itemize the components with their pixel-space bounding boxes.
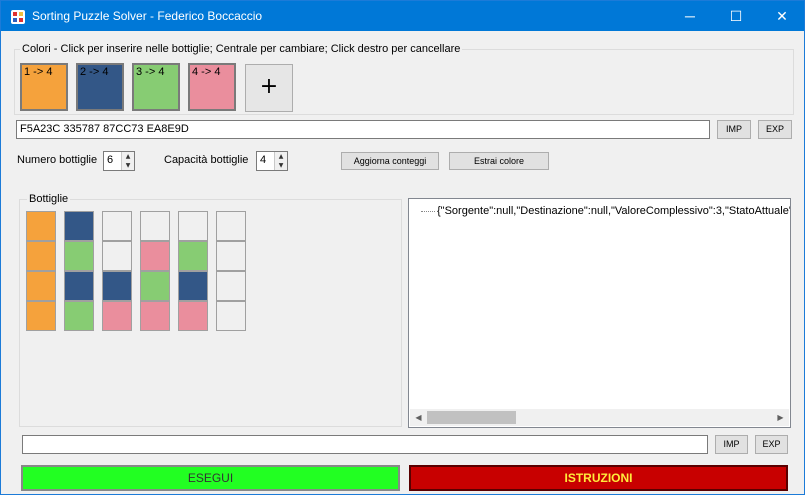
app-icon <box>11 10 25 24</box>
bottle-2-slot-4[interactable] <box>64 301 94 331</box>
tree-node[interactable]: {"Sorgente":null,"Destinazione":null,"Va… <box>421 205 791 217</box>
bottle-3-slot-1[interactable] <box>102 211 132 241</box>
spin-down-icon[interactable]: ▼ <box>274 161 287 170</box>
run-button[interactable]: ESEGUI <box>21 465 400 491</box>
color-swatch-label: 4 -> 4 <box>192 66 221 78</box>
capacity-label: Capacità bottiglie <box>164 154 249 166</box>
tree-node-text: {"Sorgente":null,"Destinazione":null,"Va… <box>437 205 791 217</box>
bottle-6-slot-2[interactable] <box>216 241 246 271</box>
export-colors-button[interactable]: EXP <box>758 120 792 139</box>
bottle-1-slot-3[interactable] <box>26 271 56 301</box>
minimize-button[interactable]: ─ <box>667 1 713 31</box>
spin-down-icon[interactable]: ▼ <box>121 161 134 170</box>
extract-color-button[interactable]: Estrai colore <box>449 152 549 170</box>
num-bottles-value: 6 <box>107 154 114 166</box>
add-color-button[interactable]: + <box>245 64 293 112</box>
scroll-right-icon[interactable]: ▶ <box>772 409 789 426</box>
num-bottles-stepper[interactable]: 6 ▲ ▼ <box>103 151 135 171</box>
solution-tree[interactable]: {"Sorgente":null,"Destinazione":null,"Va… <box>408 198 791 428</box>
color-swatch-label: 3 -> 4 <box>136 66 165 78</box>
close-icon: ✕ <box>776 8 788 24</box>
bottle-4-slot-4[interactable] <box>140 301 170 331</box>
update-counts-button[interactable]: Aggiorna conteggi <box>341 152 439 170</box>
bottle-2-slot-2[interactable] <box>64 241 94 271</box>
scroll-left-icon[interactable]: ◀ <box>410 409 427 426</box>
scrollbar-thumb[interactable] <box>427 411 516 424</box>
capacity-stepper[interactable]: 4 ▲ ▼ <box>256 151 288 171</box>
close-button[interactable]: ✕ <box>759 1 805 31</box>
window-title: Sorting Puzzle Solver - Federico Boccacc… <box>32 9 263 23</box>
capacity-value: 4 <box>260 154 267 166</box>
bottle-2-slot-1[interactable] <box>64 211 94 241</box>
plus-icon: + <box>259 74 279 99</box>
export-button[interactable]: EXP <box>755 435 788 454</box>
bottle-1-slot-4[interactable] <box>26 301 56 331</box>
num-bottles-label: Numero bottiglie <box>17 154 98 166</box>
bottle-3-slot-2[interactable] <box>102 241 132 271</box>
minimize-icon: ─ <box>685 8 695 24</box>
bottle-6-slot-3[interactable] <box>216 271 246 301</box>
bottle-5-slot-3[interactable] <box>178 271 208 301</box>
color-swatch-2[interactable]: 2 -> 4 <box>76 63 124 111</box>
color-swatch-label: 2 -> 4 <box>80 66 109 78</box>
title-bar[interactable]: Sorting Puzzle Solver - Federico Boccacc… <box>1 1 804 31</box>
colors-group-label: Colori - Click per inserire nelle bottig… <box>20 43 463 55</box>
bottle-4-slot-1[interactable] <box>140 211 170 241</box>
spin-up-icon[interactable]: ▲ <box>274 152 287 161</box>
color-swatch-3[interactable]: 3 -> 4 <box>132 63 180 111</box>
bottles-group-label: Bottiglie <box>27 193 71 205</box>
bottle-6-slot-1[interactable] <box>216 211 246 241</box>
color-codes-input[interactable]: F5A23C 335787 87CC73 EA8E9D <box>16 120 710 139</box>
colors-group <box>14 49 794 115</box>
import-button[interactable]: IMP <box>715 435 748 454</box>
bottle-5-slot-4[interactable] <box>178 301 208 331</box>
bottle-1-slot-2[interactable] <box>26 241 56 271</box>
maximize-icon: ☐ <box>729 8 743 24</box>
bottle-5-slot-1[interactable] <box>178 211 208 241</box>
bottle-5-slot-2[interactable] <box>178 241 208 271</box>
bottle-1-slot-1[interactable] <box>26 211 56 241</box>
bottle-6-slot-4[interactable] <box>216 301 246 331</box>
maximize-button[interactable]: ☐ <box>713 1 759 31</box>
bottom-input[interactable] <box>22 435 708 454</box>
spin-up-icon[interactable]: ▲ <box>121 152 134 161</box>
horizontal-scrollbar[interactable]: ◀ ▶ <box>410 409 789 426</box>
color-swatch-label: 1 -> 4 <box>24 66 53 78</box>
import-colors-button[interactable]: IMP <box>717 120 751 139</box>
bottle-4-slot-2[interactable] <box>140 241 170 271</box>
instructions-button[interactable]: ISTRUZIONI <box>409 465 788 491</box>
bottle-3-slot-4[interactable] <box>102 301 132 331</box>
tree-connector <box>421 210 435 212</box>
color-swatch-4[interactable]: 4 -> 4 <box>188 63 236 111</box>
color-swatch-1[interactable]: 1 -> 4 <box>20 63 68 111</box>
app-window: Sorting Puzzle Solver - Federico Boccacc… <box>0 0 805 495</box>
bottle-4-slot-3[interactable] <box>140 271 170 301</box>
bottle-2-slot-3[interactable] <box>64 271 94 301</box>
bottle-3-slot-3[interactable] <box>102 271 132 301</box>
